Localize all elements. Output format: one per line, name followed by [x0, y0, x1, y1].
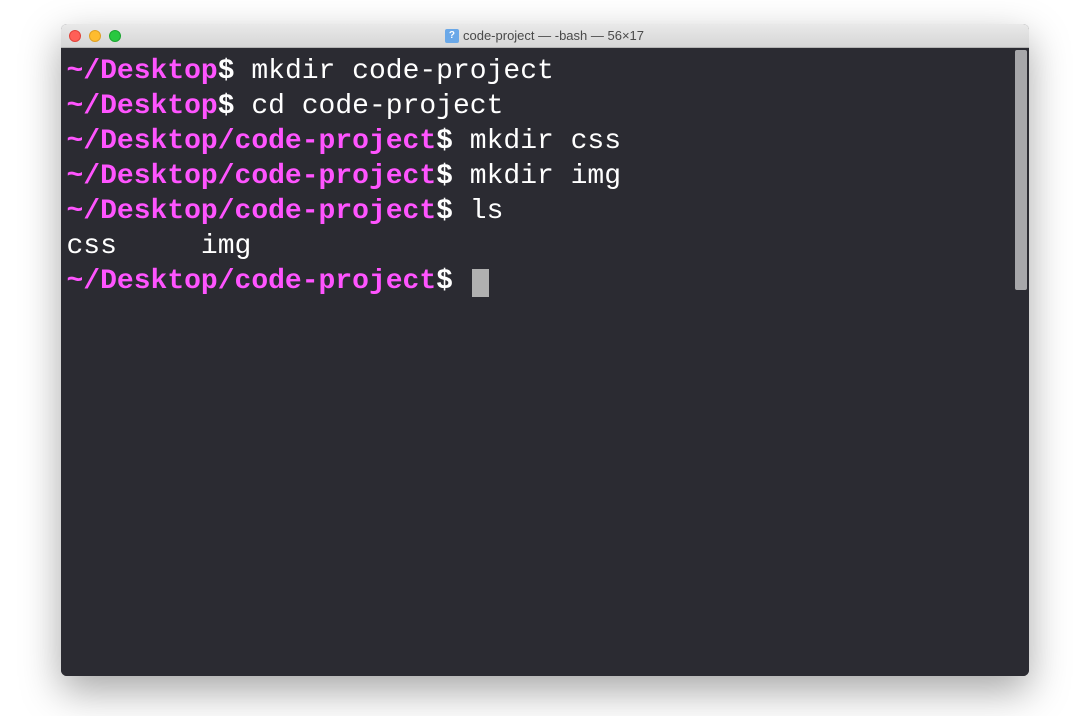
prompt-path: ~/Desktop: [67, 56, 218, 87]
terminal-line: ~/Desktop/code-project$ mkdir css: [67, 124, 1023, 159]
window-titlebar[interactable]: ? code-project — -bash — 56×17: [61, 24, 1029, 48]
prompt-dollar: $: [218, 56, 235, 87]
command-text: cd code-project: [235, 91, 504, 122]
terminal-line: ~/Desktop$ cd code-project: [67, 89, 1023, 124]
window-title: ? code-project — -bash — 56×17: [61, 24, 1029, 47]
scrollbar-thumb[interactable]: [1015, 50, 1027, 290]
document-icon: ?: [445, 29, 459, 43]
terminal-current-line: ~/Desktop/code-project$: [67, 264, 1023, 299]
prompt-dollar: $: [436, 161, 453, 192]
maximize-button[interactable]: [109, 30, 121, 42]
prompt-dollar: $: [436, 266, 453, 297]
scrollbar[interactable]: [1013, 48, 1029, 676]
command-text: mkdir css: [453, 126, 621, 157]
command-text: ls: [453, 196, 503, 227]
prompt-dollar: $: [436, 126, 453, 157]
prompt-path: ~/Desktop/code-project: [67, 161, 437, 192]
window-title-text: code-project — -bash — 56×17: [463, 28, 644, 43]
traffic-lights: [69, 30, 121, 42]
command-text: [453, 266, 470, 297]
command-text: mkdir code-project: [235, 56, 554, 87]
close-button[interactable]: [69, 30, 81, 42]
terminal-area[interactable]: ~/Desktop$ mkdir code-project ~/Desktop$…: [61, 48, 1029, 676]
terminal-output: css img: [67, 229, 1023, 264]
command-text: mkdir img: [453, 161, 621, 192]
prompt-dollar: $: [436, 196, 453, 227]
prompt-path: ~/Desktop/code-project: [67, 266, 437, 297]
terminal-line: ~/Desktop/code-project$ mkdir img: [67, 159, 1023, 194]
prompt-path: ~/Desktop/code-project: [67, 126, 437, 157]
terminal-line: ~/Desktop/code-project$ ls: [67, 194, 1023, 229]
terminal-window: ? code-project — -bash — 56×17 ~/Desktop…: [61, 24, 1029, 676]
terminal-line: ~/Desktop$ mkdir code-project: [67, 54, 1023, 89]
cursor: [472, 269, 489, 297]
prompt-path: ~/Desktop: [67, 91, 218, 122]
prompt-dollar: $: [218, 91, 235, 122]
prompt-path: ~/Desktop/code-project: [67, 196, 437, 227]
minimize-button[interactable]: [89, 30, 101, 42]
